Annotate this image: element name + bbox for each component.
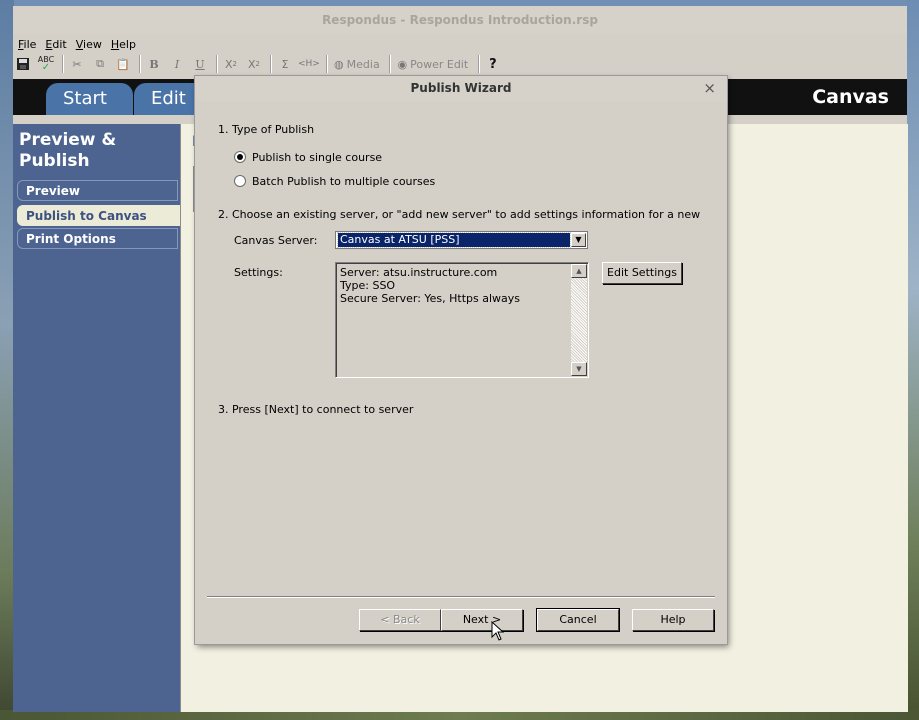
- sidebar-item-preview[interactable]: Preview: [17, 180, 178, 201]
- toolbar-separator: [270, 55, 272, 73]
- step-2-label: 2. Choose an existing server, or "add ne…: [218, 208, 701, 221]
- settings-text: Server: atsu.instructure.com Type: SSO S…: [340, 266, 520, 305]
- help-button[interactable]: Help: [632, 609, 714, 631]
- canvas-server-value: Canvas at ATSU [PSS]: [337, 232, 571, 248]
- html-icon[interactable]: <H>: [298, 54, 320, 74]
- power-edit-icon: ◉: [397, 57, 408, 71]
- settings-scrollbar[interactable]: ▲ ▼: [571, 264, 587, 376]
- mouse-cursor-icon: [491, 621, 505, 641]
- edit-settings-button[interactable]: Edit Settings: [602, 262, 682, 284]
- toolbar-separator: [216, 55, 218, 73]
- media-icon: ◍: [334, 57, 344, 71]
- sidebar-title: Preview & Publish: [19, 130, 117, 171]
- toolbar-separator: [325, 55, 328, 73]
- toolbar-separator: [477, 55, 480, 73]
- scroll-up-icon[interactable]: ▲: [571, 264, 587, 278]
- media-button[interactable]: ◍ Media: [331, 54, 383, 74]
- save-icon[interactable]: [13, 54, 33, 74]
- next-button[interactable]: Next >: [441, 609, 523, 631]
- equation-icon[interactable]: Σ: [275, 54, 295, 74]
- superscript-icon[interactable]: X2: [244, 54, 264, 74]
- window-title: Respondus - Respondus Introduction.rsp: [13, 6, 907, 34]
- menu-bar: File Edit View Help: [13, 36, 907, 54]
- tab-start[interactable]: Start: [46, 83, 133, 115]
- italic-icon[interactable]: I: [167, 54, 187, 74]
- radio-batch-publish-label[interactable]: Batch Publish to multiple courses: [252, 175, 435, 188]
- menu-edit[interactable]: Edit: [40, 36, 70, 54]
- settings-line-server: Server: atsu.instructure.com: [340, 266, 498, 279]
- radio-publish-single[interactable]: [234, 151, 246, 163]
- toolbar-separator: [139, 55, 141, 73]
- copy-icon[interactable]: ⧉: [90, 54, 110, 74]
- step-1-label: 1. Type of Publish: [218, 123, 315, 136]
- toolbar-separator: [62, 55, 64, 73]
- publish-wizard-dialog: Publish Wizard × 1. Type of Publish Publ…: [195, 76, 727, 644]
- canvas-server-label: Canvas Server:: [234, 234, 318, 247]
- menu-view[interactable]: View: [71, 36, 106, 54]
- back-button[interactable]: < Back: [359, 609, 441, 631]
- sidebar: Preview & Publish Preview Publish to Can…: [13, 124, 180, 712]
- scroll-down-icon[interactable]: ▼: [571, 362, 587, 376]
- dialog-title: Publish Wizard: [410, 81, 512, 95]
- subscript-icon[interactable]: X2: [221, 54, 241, 74]
- canvas-server-select[interactable]: Canvas at ATSU [PSS] ▼: [335, 231, 588, 249]
- toolbar-separator: [388, 55, 391, 73]
- lms-brand-label: Canvas: [812, 86, 889, 108]
- sidebar-item-publish-to-canvas[interactable]: Publish to Canvas: [17, 205, 180, 226]
- power-edit-button[interactable]: ◉ Power Edit: [394, 54, 472, 74]
- step-3-label: 3. Press [Next] to connect to server: [218, 403, 414, 416]
- cut-icon[interactable]: ✂: [67, 54, 87, 74]
- menu-file[interactable]: File: [13, 36, 40, 54]
- spellcheck-icon[interactable]: ABC ✓: [36, 54, 56, 74]
- cancel-button[interactable]: Cancel: [536, 608, 620, 632]
- close-icon[interactable]: ×: [703, 76, 716, 101]
- menu-help[interactable]: Help: [106, 36, 140, 54]
- radio-batch-publish[interactable]: [234, 175, 246, 187]
- desktop-background-left: [0, 0, 14, 720]
- settings-line-secure: Secure Server: Yes, Https always: [340, 292, 521, 305]
- chevron-down-icon[interactable]: ▼: [571, 233, 586, 247]
- paste-icon[interactable]: 📋: [113, 54, 133, 74]
- settings-textbox[interactable]: Server: atsu.instructure.com Type: SSO S…: [335, 262, 589, 378]
- settings-line-type: Type: SSO: [340, 279, 396, 292]
- desktop-background-right: [907, 0, 919, 720]
- dialog-titlebar: Publish Wizard ×: [195, 76, 727, 101]
- settings-label: Settings:: [234, 266, 283, 279]
- sidebar-item-print-options[interactable]: Print Options: [17, 228, 178, 249]
- toolbar: ABC ✓ ✂ ⧉ 📋 B I U X2 X2 Σ <H> ◍ Media ◉ Pow…: [13, 53, 907, 75]
- help-question-icon[interactable]: ?: [483, 54, 503, 74]
- underline-icon[interactable]: U: [190, 54, 210, 74]
- bold-icon[interactable]: B: [144, 54, 164, 74]
- dialog-separator: [207, 596, 715, 598]
- radio-publish-single-label[interactable]: Publish to single course: [252, 151, 382, 164]
